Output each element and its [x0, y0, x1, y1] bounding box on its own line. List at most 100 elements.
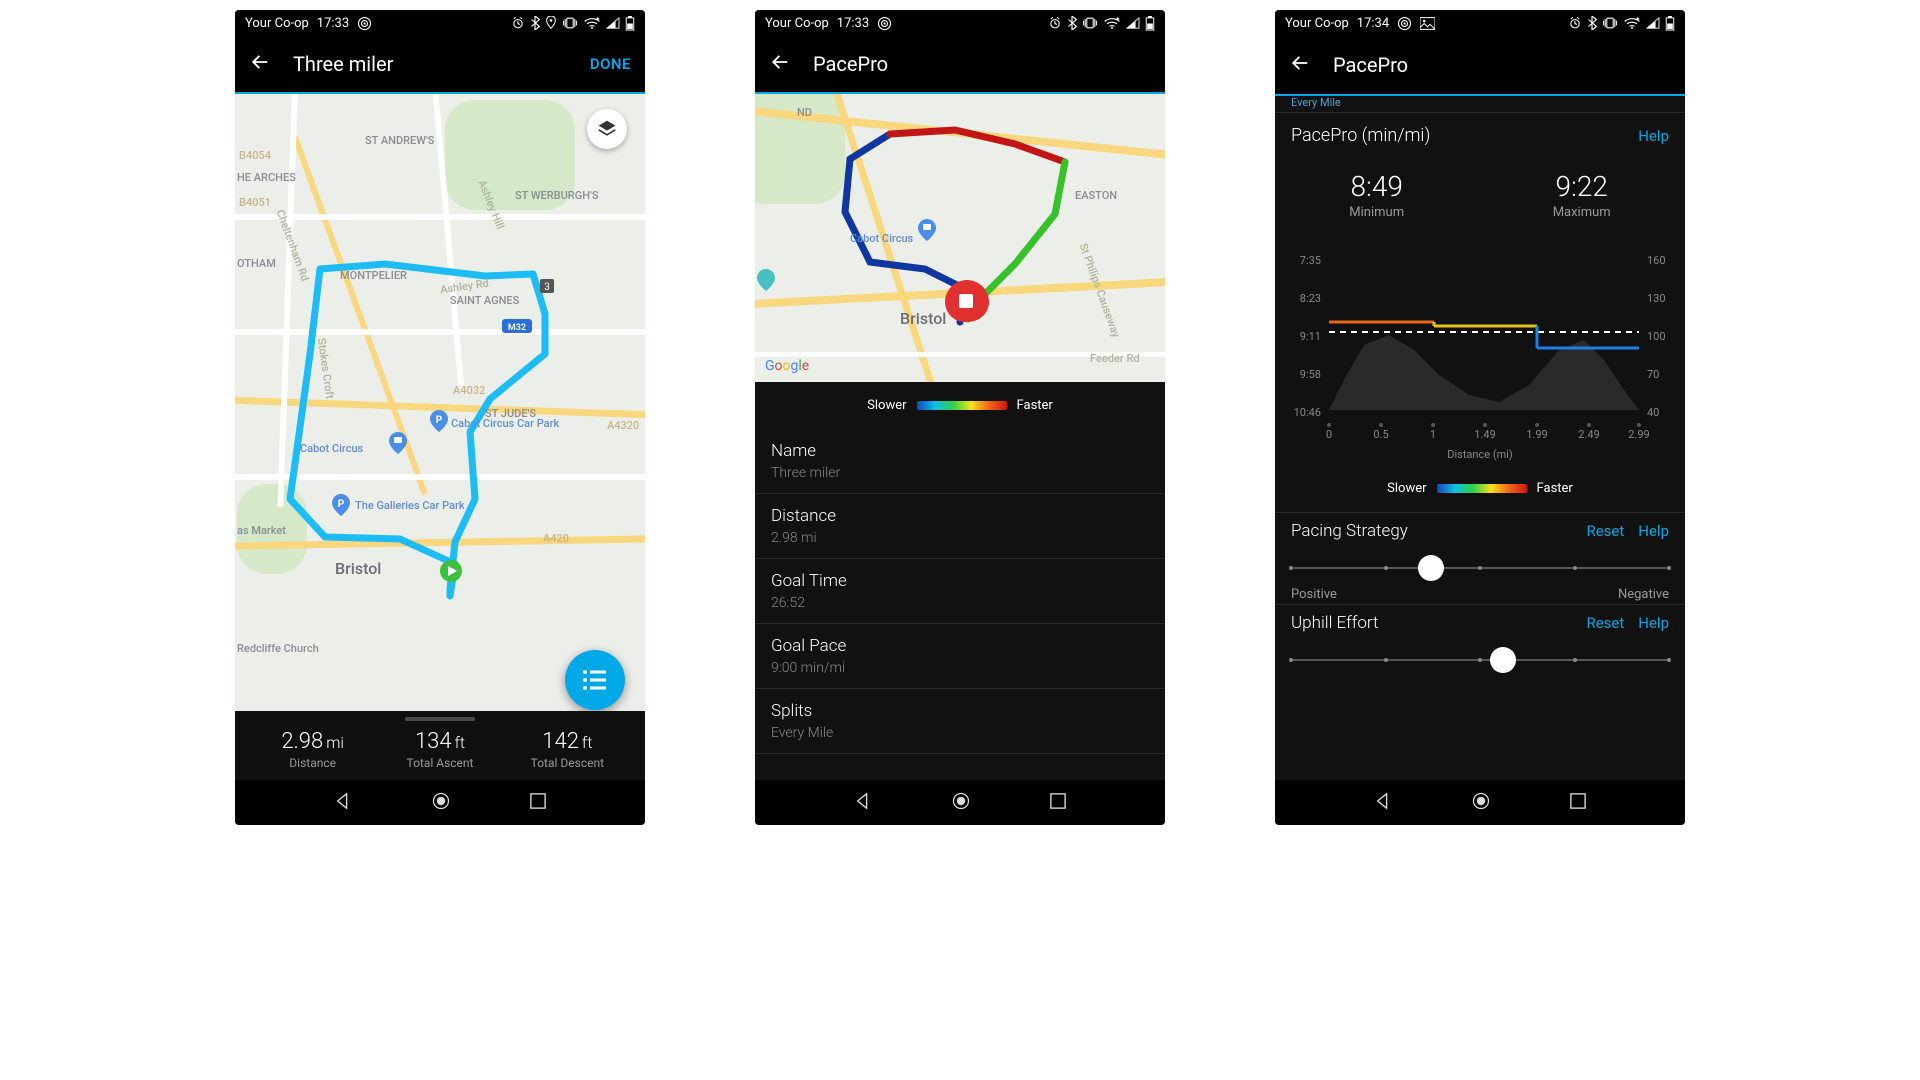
slider-thumb[interactable]	[1418, 555, 1444, 581]
svg-text:8:23: 8:23	[1300, 292, 1321, 305]
svg-text:9:58: 9:58	[1300, 368, 1321, 381]
fab-button[interactable]	[565, 650, 625, 710]
status-time: 17:33	[837, 16, 869, 31]
back-icon[interactable]	[769, 51, 791, 77]
alarm-icon	[511, 16, 525, 30]
pacing-slider[interactable]	[1291, 553, 1669, 583]
svg-text:P: P	[338, 499, 345, 510]
slider-pacing-strategy: Pacing Strategy Reset Help PositiveNegat…	[1275, 512, 1685, 604]
spectrum-bar	[1437, 484, 1527, 493]
svg-text:2.99: 2.99	[1628, 428, 1649, 440]
carrier-label: Your Co-op	[1285, 16, 1349, 31]
list-item-splits[interactable]: SplitsEvery Mile	[755, 689, 1165, 754]
status-bar: Your Co-op 17:33	[235, 10, 645, 36]
status-bar: Your Co-op 17:33	[755, 10, 1165, 36]
svg-text:10:46: 10:46	[1294, 406, 1321, 419]
status-time: 17:34	[1357, 16, 1389, 31]
image-icon	[1420, 17, 1435, 30]
list-item-distance[interactable]: Distance2.98 mi	[755, 494, 1165, 559]
signal-icon	[606, 17, 620, 29]
bluetooth-icon	[1587, 16, 1597, 30]
target-icon	[357, 16, 372, 31]
svg-text:M32: M32	[508, 323, 526, 333]
signal-icon	[1126, 17, 1140, 29]
done-button[interactable]: DONE	[590, 55, 631, 73]
svg-text:1.49: 1.49	[1474, 428, 1495, 440]
svg-text:160: 160	[1647, 254, 1666, 267]
help-link[interactable]: Help	[1638, 614, 1669, 632]
spectrum-bar	[917, 401, 1007, 410]
reset-link[interactable]: Reset	[1586, 614, 1624, 632]
svg-text:2.49: 2.49	[1578, 428, 1599, 440]
nav-back-icon[interactable]	[854, 792, 872, 814]
bluetooth-icon	[530, 16, 540, 30]
vibrate-icon	[562, 17, 578, 29]
drag-handle[interactable]	[405, 717, 475, 721]
phone-2: Your Co-op 17:33 PacePro	[755, 10, 1165, 825]
location-icon	[545, 16, 557, 30]
layers-button[interactable]	[587, 109, 627, 149]
app-bar: PacePro	[755, 36, 1165, 94]
back-icon[interactable]	[249, 51, 271, 77]
slider-thumb[interactable]	[1490, 647, 1516, 673]
map-attribution: Google	[765, 358, 809, 374]
stats-panel[interactable]: 2.98miDistance 134ftTotal Ascent 142ftTo…	[235, 711, 645, 780]
help-link[interactable]: Help	[1638, 127, 1669, 145]
map-view[interactable]: 3 M32 ST ANDREW'S ST WERBURGH'S HE ARCHE…	[235, 94, 645, 780]
svg-text:0: 0	[1326, 428, 1332, 440]
uphill-slider[interactable]	[1291, 645, 1669, 675]
status-bar: Your Co-op 17:34	[1275, 10, 1685, 36]
pace-legend: Slower Faster	[1275, 465, 1685, 512]
pacepro-details: Slower Faster NameThree miler Distance2.…	[755, 382, 1165, 780]
nav-recent-icon[interactable]	[1050, 793, 1066, 813]
pace-legend: Slower Faster	[755, 382, 1165, 429]
minmax-row: 8:49Minimum 9:22Maximum	[1275, 158, 1685, 234]
stat-ascent: 134ftTotal Ascent	[376, 729, 503, 770]
pacepro-config: Every Mile PacePro (min/mi) Help 8:49Min…	[1275, 96, 1685, 780]
vibrate-icon	[1602, 17, 1618, 29]
nav-home-icon[interactable]	[1471, 791, 1491, 815]
svg-text:P: P	[436, 415, 443, 426]
signal-icon	[1646, 17, 1660, 29]
reset-link[interactable]: Reset	[1586, 522, 1624, 540]
svg-text:70: 70	[1647, 368, 1659, 381]
target-icon	[1397, 16, 1412, 31]
phone-3: Your Co-op 17:34 PacePro Every Mile	[1275, 10, 1685, 825]
map-view[interactable]: ND EASTON Bristol Feeder Rd St Philips C…	[755, 94, 1165, 382]
wifi-plus-icon	[583, 16, 601, 30]
bluetooth-icon	[1067, 16, 1077, 30]
status-time: 17:33	[317, 16, 349, 31]
nav-recent-icon[interactable]	[530, 793, 546, 813]
scrolled-hint: Every Mile	[1275, 96, 1685, 109]
list-icon	[582, 669, 608, 691]
help-link[interactable]: Help	[1638, 522, 1669, 540]
nav-back-icon[interactable]	[1374, 792, 1392, 814]
x-axis-label: Distance (mi)	[1289, 448, 1671, 461]
nav-back-icon[interactable]	[334, 792, 352, 814]
stat-distance: 2.98miDistance	[249, 729, 376, 770]
battery-icon	[625, 16, 635, 31]
nav-bar	[235, 780, 645, 825]
back-icon[interactable]	[1289, 52, 1311, 78]
list-item-goal-pace[interactable]: Goal Pace9:00 min/mi	[755, 624, 1165, 689]
svg-text:0.5: 0.5	[1373, 428, 1388, 440]
nav-home-icon[interactable]	[431, 791, 451, 815]
slider-uphill-effort: Uphill Effort Reset Help	[1275, 604, 1685, 677]
carrier-label: Your Co-op	[765, 16, 829, 31]
svg-text:9:11: 9:11	[1300, 330, 1321, 343]
nav-recent-icon[interactable]	[1570, 793, 1586, 813]
wifi-plus-icon	[1623, 16, 1641, 30]
nav-home-icon[interactable]	[951, 791, 971, 815]
app-title: Three miler	[293, 52, 568, 76]
list-item-goal-time[interactable]: Goal Time26:52	[755, 559, 1165, 624]
svg-text:7:35: 7:35	[1300, 254, 1321, 267]
wifi-plus-icon	[1103, 16, 1121, 30]
phone-1: Your Co-op 17:33 Three miler DONE	[235, 10, 645, 825]
target-icon	[877, 16, 892, 31]
nav-bar	[1275, 780, 1685, 825]
list-item-name[interactable]: NameThree miler	[755, 429, 1165, 494]
svg-text:1.99: 1.99	[1526, 428, 1547, 440]
battery-icon	[1665, 16, 1675, 31]
pace-chart: 7:35 8:23 9:11 9:58 10:46 160 130 100 70…	[1275, 234, 1685, 465]
nav-bar	[755, 780, 1165, 825]
